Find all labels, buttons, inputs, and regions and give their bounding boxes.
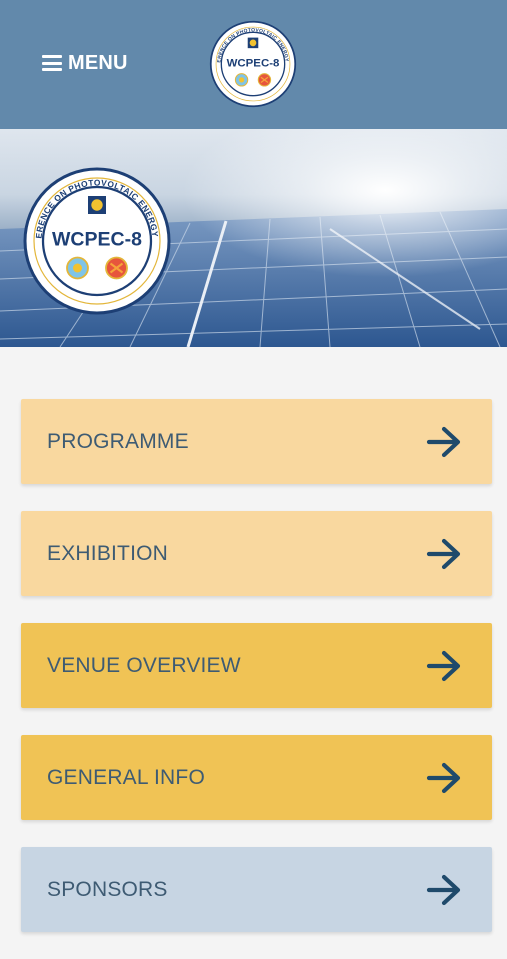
arrow-right-icon — [426, 650, 461, 681]
nav-sponsors[interactable]: SPONSORS — [21, 847, 492, 932]
hero-banner: WORLD CONFERENCE ON PHOTOVOLTAIC ENERGY … — [0, 129, 507, 347]
wcpec-logo-hero: WORLD CONFERENCE ON PHOTOVOLTAIC ENERGY … — [22, 166, 172, 316]
menu-label: MENU — [68, 51, 128, 74]
arrow-right-icon — [426, 426, 461, 457]
main-navigation: PROGRAMME EXHIBITION VENUE OVERVIEW GENE… — [21, 399, 492, 959]
nav-label: EXHIBITION — [47, 541, 169, 565]
menu-button[interactable]: MENU — [42, 49, 128, 77]
nav-programme[interactable]: PROGRAMME — [21, 399, 492, 484]
app-header: MENU WORLD CONFERENCE ON PHOTOVOLTAIC EN… — [0, 0, 507, 129]
arrow-right-icon — [426, 762, 461, 793]
nav-venue-overview[interactable]: VENUE OVERVIEW — [21, 623, 492, 708]
hamburger-icon — [42, 55, 62, 71]
arrow-right-icon — [426, 538, 461, 569]
wcpec-logo-header[interactable]: WORLD CONFERENCE ON PHOTOVOLTAIC ENERGY … — [209, 20, 297, 108]
nav-general-info[interactable]: GENERAL INFO — [21, 735, 492, 820]
nav-exhibition[interactable]: EXHIBITION — [21, 511, 492, 596]
arrow-right-icon — [426, 874, 461, 905]
nav-label: SPONSORS — [47, 877, 168, 901]
nav-label: VENUE OVERVIEW — [47, 653, 241, 677]
nav-label: PROGRAMME — [47, 429, 189, 453]
nav-label: GENERAL INFO — [47, 765, 205, 789]
